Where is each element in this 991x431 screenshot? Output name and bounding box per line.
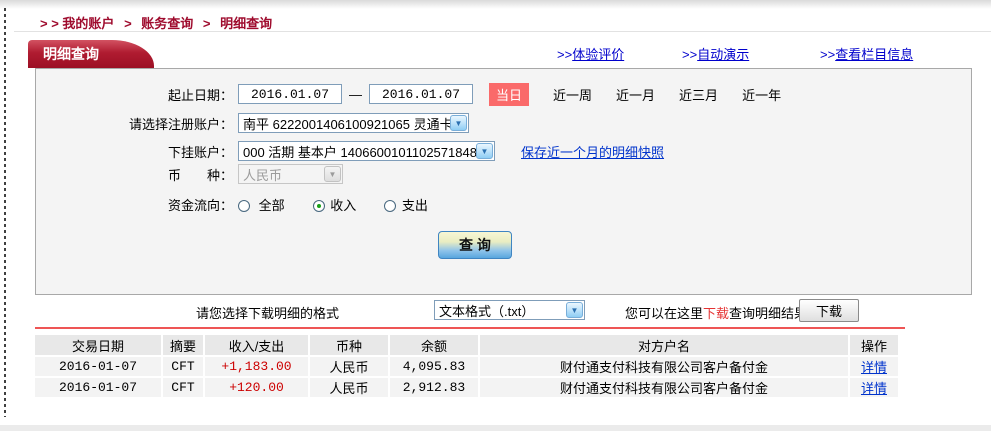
breadcrumb-item-account-query[interactable]: 账务查询 [141,16,193,31]
radio-expense-label[interactable]: 支出 [402,198,428,213]
start-date-input[interactable] [238,84,342,104]
table-row: 2016-01-07 CFT +120.00 人民币 2,912.83 财付通支… [35,378,898,397]
bottom-strip [0,425,991,431]
breadcrumb-divider [14,31,991,32]
download-hint-suffix: 查询明细结果 [729,306,807,321]
col-header-currency: 币种 [310,335,390,355]
link-label: 自动演示 [697,47,749,62]
download-hint: 您可以在这里下载查询明细结果 [625,303,807,322]
fund-flow-option-expense[interactable]: 支出 [384,195,428,214]
link-label: 查看栏目信息 [835,47,913,62]
radio-all-icon[interactable] [238,200,250,212]
quick-range-today-button[interactable]: 当日 [489,83,529,106]
sub-account-value: 000 活期 基本户 1406600101102571848 [239,142,476,161]
currency-value: 人民币 [239,165,324,184]
quick-range-quarter-button[interactable]: 近三月 [679,85,718,104]
cell-summary: CFT [163,378,205,397]
currency-row: 币 种： 人民币 ▼ [36,163,971,185]
download-inline-link[interactable]: 下载 [703,306,729,321]
transactions-table: 交易日期 摘要 收入/支出 币种 余额 对方户名 操作 2016-01-07 C… [35,333,898,399]
currency-label: 币 种： [36,165,233,184]
col-header-summary: 摘要 [163,335,205,355]
breadcrumb-item-detail-query[interactable]: 明细查询 [220,16,272,31]
col-header-balance: 余额 [390,335,480,355]
link-prefix: >> [557,47,572,62]
register-account-select[interactable]: 南平 6222001406100921065 灵通卡 ▼ [238,113,469,133]
currency-select: 人民币 ▼ [238,164,343,184]
quick-range-week-button[interactable]: 近一周 [553,85,592,104]
cell-counterparty: 财付通支付科技有限公司客户备付金 [480,378,850,397]
breadcrumb-separator: > [203,16,211,31]
date-range-label: 起止日期： [36,85,233,104]
link-prefix: >> [820,47,835,62]
tab-detail-query[interactable]: 明细查询 [28,40,154,68]
breadcrumb-item-my-account[interactable]: 我的账户 [62,16,114,31]
save-snapshot-link[interactable]: 保存近一个月的明细快照 [521,142,664,161]
detail-link[interactable]: 详情 [861,360,887,375]
download-format-label: 请您选择下载明细的格式 [196,303,339,322]
table-top-divider [35,327,905,329]
link-label: 体验评价 [572,47,624,62]
table-header-row: 交易日期 摘要 收入/支出 币种 余额 对方户名 操作 [35,335,898,355]
cell-date: 2016-01-07 [35,378,163,397]
cell-amount: +120.00 [205,378,310,397]
register-account-value: 南平 6222001406100921065 灵通卡 [239,114,450,133]
cell-currency: 人民币 [310,357,390,376]
fund-flow-option-all[interactable]: 全部 [238,195,285,214]
radio-income-icon[interactable] [313,200,325,212]
fund-flow-row: 资金流向： 全部 收入 支出 [36,193,971,215]
query-button[interactable]: 查 询 [438,231,512,259]
radio-all-label[interactable]: 全部 [259,198,285,213]
radio-expense-icon[interactable] [384,200,396,212]
link-auto-demo[interactable]: >>自动演示 [682,44,749,63]
top-gradient [0,0,991,9]
cell-counterparty: 财付通支付科技有限公司客户备付金 [480,357,850,376]
download-format-select[interactable]: 文本格式（.txt） ▼ [434,300,585,320]
cell-amount: +1,183.00 [205,357,310,376]
quick-range-year-button[interactable]: 近一年 [742,85,781,104]
register-account-row: 请选择注册账户： 南平 6222001406100921065 灵通卡 ▼ [36,112,971,134]
link-prefix: >> [682,47,697,62]
download-format-value: 文本格式（.txt） [435,301,566,320]
table-row: 2016-01-07 CFT +1,183.00 人民币 4,095.83 财付… [35,357,898,376]
link-view-column-info[interactable]: >>查看栏目信息 [820,44,913,63]
query-form-panel: 起止日期： — 当日 近一周 近一月 近三月 近一年 请选择注册账户： 南平 6… [35,68,972,295]
date-range-dash: — [349,87,362,102]
cell-balance: 2,912.83 [390,378,480,397]
left-dotted-border [4,8,6,417]
register-account-label: 请选择注册账户： [36,114,233,133]
date-range-row: 起止日期： — 当日 近一周 近一月 近三月 近一年 [36,83,971,105]
chevron-down-icon: ▼ [450,115,467,131]
cell-balance: 4,095.83 [390,357,480,376]
sub-account-select[interactable]: 000 活期 基本户 1406600101102571848 ▼ [238,141,495,161]
download-hint-prefix: 您可以在这里 [625,306,703,321]
end-date-input[interactable] [369,84,473,104]
chevron-down-icon: ▼ [476,143,493,159]
cell-currency: 人民币 [310,378,390,397]
col-header-action: 操作 [850,335,898,355]
download-row: 请您选择下载明细的格式 文本格式（.txt） ▼ 您可以在这里下载查询明细结果 … [0,298,991,324]
quick-range-month-button[interactable]: 近一月 [616,85,655,104]
fund-flow-option-income[interactable]: 收入 [313,195,357,214]
tab-label: 明细查询 [43,46,99,62]
col-header-counterparty: 对方户名 [480,335,850,355]
download-button[interactable]: 下载 [799,299,859,322]
fund-flow-label: 资金流向： [36,195,233,214]
link-experience-evaluation[interactable]: >>体验评价 [557,44,624,63]
page: > > 我的账户 > 账务查询 > 明细查询 明细查询 >>体验评价 >>自动演… [0,0,991,431]
breadcrumb: > > 我的账户 > 账务查询 > 明细查询 [40,13,272,32]
sub-account-label: 下挂账户： [36,142,233,161]
col-header-amount: 收入/支出 [205,335,310,355]
radio-income-label[interactable]: 收入 [330,198,356,213]
col-header-date: 交易日期 [35,335,163,355]
cell-date: 2016-01-07 [35,357,163,376]
breadcrumb-separator: > [124,16,132,31]
cell-summary: CFT [163,357,205,376]
chevron-down-icon: ▼ [324,166,341,182]
detail-link[interactable]: 详情 [861,381,887,396]
sub-account-row: 下挂账户： 000 活期 基本户 1406600101102571848 ▼ 保… [36,140,971,162]
breadcrumb-prefix: > > [40,16,59,31]
chevron-down-icon: ▼ [566,302,583,318]
